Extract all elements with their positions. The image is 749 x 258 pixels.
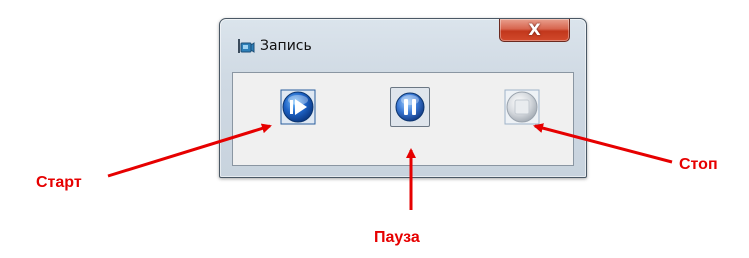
stop-arrow xyxy=(533,123,673,164)
start-arrow xyxy=(107,123,272,178)
start-callout-label: Старт xyxy=(36,174,82,191)
callout-arrows xyxy=(107,123,673,210)
stop-callout-label: Стоп xyxy=(679,156,718,173)
pause-callout-label: Пауза xyxy=(374,229,420,246)
